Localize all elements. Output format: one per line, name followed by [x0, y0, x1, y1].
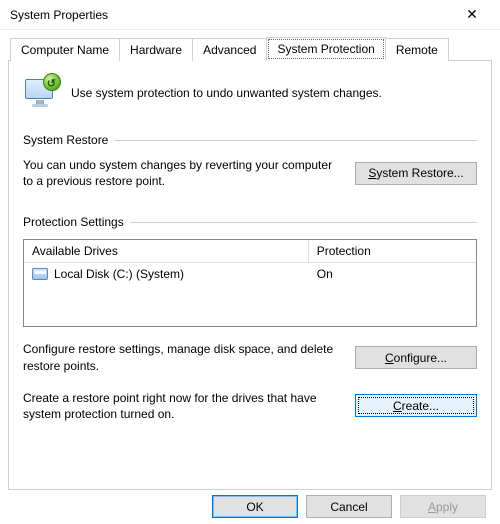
col-protection[interactable]: Protection: [309, 240, 476, 263]
tab-hardware[interactable]: Hardware: [119, 38, 193, 61]
client-area: Computer Name Hardware Advanced System P…: [0, 30, 500, 498]
system-restore-button[interactable]: System Restore...: [355, 162, 477, 185]
tab-strip: Computer Name Hardware Advanced System P…: [8, 36, 492, 60]
intro-row: ↺ Use system protection to undo unwanted…: [23, 75, 477, 111]
cancel-button[interactable]: Cancel: [306, 495, 392, 518]
drives-header-row: Available Drives Protection: [24, 240, 476, 263]
tab-advanced[interactable]: Advanced: [192, 38, 267, 61]
drives-list[interactable]: Available Drives Protection Local Disk (…: [23, 239, 477, 327]
tab-system-protection[interactable]: System Protection: [266, 37, 385, 61]
dialog-button-row: OK Cancel Apply: [0, 495, 500, 518]
system-restore-header: System Restore: [23, 133, 108, 147]
tab-computer-name[interactable]: Computer Name: [10, 38, 120, 61]
create-button[interactable]: Create...: [355, 394, 477, 417]
disk-icon: [32, 268, 48, 280]
close-button[interactable]: ✕: [452, 2, 492, 28]
window-title: System Properties: [10, 8, 452, 22]
group-system-restore: System Restore You can undo system chang…: [23, 133, 477, 189]
col-available-drives[interactable]: Available Drives: [24, 240, 309, 263]
apply-button[interactable]: Apply: [400, 495, 486, 518]
protection-settings-header: Protection Settings: [23, 215, 124, 229]
tab-remote[interactable]: Remote: [385, 38, 449, 61]
tab-page: ↺ Use system protection to undo unwanted…: [8, 60, 492, 490]
drive-status: On: [309, 263, 476, 285]
configure-text: Configure restore settings, manage disk …: [23, 341, 341, 373]
titlebar: System Properties ✕: [0, 0, 500, 30]
group-protection-settings: Protection Settings Available Drives Pro…: [23, 215, 477, 422]
system-restore-text: You can undo system changes by reverting…: [23, 157, 341, 189]
divider: [130, 222, 477, 223]
configure-button[interactable]: Configure...: [355, 346, 477, 369]
close-icon: ✕: [466, 6, 478, 23]
divider: [114, 140, 477, 141]
ok-button[interactable]: OK: [212, 495, 298, 518]
drive-row[interactable]: Local Disk (C:) (System) On: [24, 263, 476, 285]
create-text: Create a restore point right now for the…: [23, 390, 341, 422]
intro-text: Use system protection to undo unwanted s…: [71, 86, 382, 100]
system-protection-icon: ↺: [23, 75, 59, 111]
drive-name: Local Disk (C:) (System): [54, 267, 184, 281]
